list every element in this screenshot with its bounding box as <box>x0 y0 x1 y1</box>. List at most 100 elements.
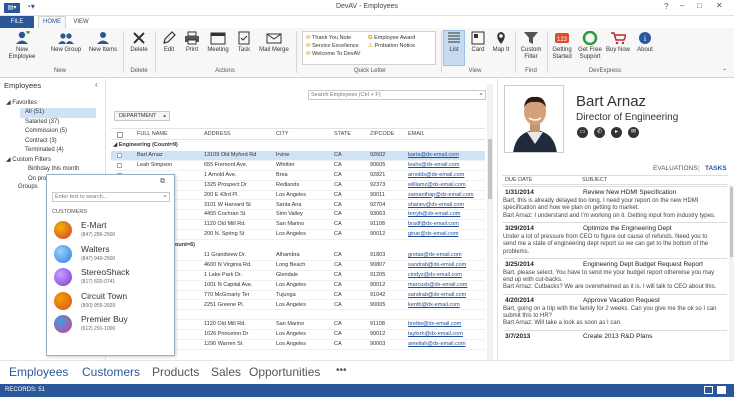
file-tab[interactable]: FILE <box>0 16 34 28</box>
popup-search-box[interactable]: ⌕ <box>52 192 170 202</box>
table-cell[interactable]: bradf@dx-email.com <box>408 220 486 230</box>
new-items-button[interactable]: New Items <box>86 31 120 54</box>
customer-item[interactable]: E-Mart (847) 286-2500 <box>51 219 169 241</box>
task-header[interactable]: 3/7/2013 Create 2013 R&D Plans <box>503 329 727 341</box>
get-free-support-button[interactable]: Get Free Support <box>577 30 603 61</box>
new-group-button[interactable]: New Group <box>48 31 84 54</box>
table-cell[interactable]: taylorh@dx-email.com <box>408 330 486 340</box>
table-cell[interactable]: leahs@dx-email.com <box>408 161 486 171</box>
customer-item[interactable]: StereoShack (817) 820-0741 <box>51 266 169 288</box>
group-row-engineering[interactable]: ◢ Engineering (Count=9) <box>113 141 178 150</box>
nav-employees[interactable]: Employees <box>9 365 68 379</box>
table-cell[interactable]: williamz@dx-email.com <box>408 181 486 191</box>
task-header[interactable]: 3/25/2014 Engineering Dept Budget Request… <box>503 257 727 269</box>
tab-view[interactable]: VIEW <box>70 16 92 28</box>
group-by-chip[interactable]: DEPARTMENT ▴ <box>114 111 170 121</box>
favorites-header[interactable]: ◢ Favorites <box>6 99 37 106</box>
table-row[interactable]: Bart Arnaz 13109 Old Myford Rd Irvine CA 926… <box>111 151 485 161</box>
custom-filters-header[interactable]: ◢ Custom Filters <box>6 156 51 163</box>
maximize-icon[interactable]: □ <box>697 1 702 10</box>
table-row[interactable]: Leah Simpson 655 Fremont Ave. Whittier CA 90… <box>111 161 485 171</box>
nav-item-all[interactable]: All (51) <box>25 108 44 118</box>
table-cell[interactable]: sandrab@dx-email.com <box>408 261 486 271</box>
task-header[interactable]: 1/31/2014 Review New HDMI Specification <box>503 186 727 197</box>
nav-item-terminated[interactable]: Terminated (4) <box>25 146 64 156</box>
help-icon[interactable]: ? <box>664 2 668 11</box>
nav-customers[interactable]: Customers <box>82 365 140 379</box>
col-due-date[interactable]: DUE DATE <box>505 176 532 185</box>
task-button[interactable]: Task <box>233 31 255 54</box>
col-city[interactable]: CITY <box>276 129 289 140</box>
grid-scroll-thumb[interactable] <box>488 139 492 199</box>
table-cell[interactable]: brettw@dx-email.com <box>408 320 486 330</box>
email-icon[interactable]: ✉ <box>628 127 639 138</box>
row-checkbox[interactable] <box>117 162 122 168</box>
table-cell[interactable]: marcusb@dx-email.com <box>408 281 486 291</box>
table-cell[interactable]: arnolds@dx-email.com <box>408 171 486 181</box>
group-row-second[interactable]: ount=6) <box>175 241 195 250</box>
tasks-scrollbar[interactable] <box>729 185 734 360</box>
card-view-icon[interactable] <box>717 386 726 394</box>
nav-sales[interactable]: Sales <box>211 365 241 379</box>
letter-thank-you[interactable]: ✉ Thank You Note <box>306 34 360 42</box>
customer-item[interactable]: Walters (847) 940-2500 <box>51 243 169 265</box>
grid-scrollbar[interactable] <box>487 84 493 360</box>
close-icon[interactable]: ✕ <box>716 1 723 10</box>
letter-welcome[interactable]: ✉ Welcome To DevAV <box>306 50 360 58</box>
nav-opportunities[interactable]: Opportunities <box>249 365 320 379</box>
more-icon[interactable]: ••• <box>336 365 347 376</box>
delete-button[interactable]: Delete <box>126 31 152 54</box>
col-zipcode[interactable]: ZIPCODE <box>370 129 394 140</box>
col-full-name[interactable]: FULL NAME <box>137 129 168 140</box>
print-button[interactable]: Print <box>181 31 203 54</box>
tab-home[interactable]: HOME <box>38 16 66 28</box>
table-cell[interactable]: gretas@dx-email.com <box>408 251 486 261</box>
col-state[interactable]: STATE <box>334 129 351 140</box>
groups-header[interactable]: Groups <box>18 184 38 190</box>
nav-item-contract[interactable]: Contract (3) <box>25 137 57 147</box>
nav-products[interactable]: Products <box>152 365 199 379</box>
mail-merge-button[interactable]: Mail Merge <box>256 31 292 54</box>
getting-started-button[interactable]: 123 Getting Started <box>549 31 575 61</box>
grid-search-input[interactable] <box>309 91 473 99</box>
phone-icon[interactable]: ✆ <box>594 127 605 138</box>
custom-filter-button[interactable]: Custom Filter <box>518 31 544 61</box>
letter-probation[interactable]: ⚠ Probation Notice <box>368 42 415 50</box>
list-button[interactable]: List <box>444 31 464 54</box>
row-checkbox[interactable] <box>117 153 122 158</box>
table-cell[interactable]: cindys@dx-email.com <box>408 271 486 281</box>
table-cell[interactable]: sandrab@dx-email.com <box>408 291 486 301</box>
select-all-checkbox[interactable] <box>117 132 123 138</box>
nav-item-on-probation[interactable]: On pro <box>28 175 46 185</box>
col-address[interactable]: ADDRESS <box>204 129 231 140</box>
card-button[interactable]: Card <box>467 31 489 54</box>
table-cell[interactable]: samanthap@dx-email.com <box>408 191 486 201</box>
meeting-button[interactable]: Meeting <box>205 31 231 54</box>
minimize-icon[interactable]: – <box>680 1 684 10</box>
video-icon[interactable]: ▸ <box>611 127 622 138</box>
tasks-scroll-thumb[interactable] <box>730 187 733 257</box>
popout-icon[interactable]: ⧉ <box>160 178 165 186</box>
customer-item[interactable]: Circuit Town (800) 955-2929 <box>51 290 169 312</box>
popup-search-input[interactable] <box>53 193 157 201</box>
new-employee-button[interactable]: New Employee <box>2 30 42 61</box>
col-email[interactable]: EMAIL <box>408 129 425 140</box>
about-button[interactable]: i About <box>634 31 656 54</box>
nav-item-salaried[interactable]: Salaried (37) <box>25 118 59 128</box>
chat-icon[interactable]: ▭ <box>577 127 588 138</box>
grid-search-box[interactable]: ⌕ <box>308 90 486 100</box>
edit-button[interactable]: Edit <box>158 31 180 54</box>
letter-employee-award[interactable]: ✪ Employee Award <box>368 34 415 42</box>
task-header[interactable]: 4/20/2014 Approve Vacation Request <box>503 293 727 305</box>
tab-tasks[interactable]: TASKS <box>705 165 727 172</box>
nav-item-commission[interactable]: Commission (5) <box>25 127 67 137</box>
collapse-nav-icon[interactable]: ‹ <box>95 80 98 89</box>
customer-item[interactable]: Premier Buy (612) 291-1000 <box>51 313 169 335</box>
buy-now-button[interactable]: Buy Now <box>605 31 631 54</box>
letter-service-excellence[interactable]: ✉ Service Excellence <box>306 42 360 50</box>
table-cell[interactable]: ginar@dx-email.com <box>408 230 486 240</box>
map-it-button[interactable]: Map It <box>490 31 512 54</box>
table-cell[interactable]: terryb@dx-email.com <box>408 210 486 220</box>
col-subject[interactable]: SUBJECT <box>582 176 607 185</box>
task-header[interactable]: 3/29/2014 Optimize the Engineering Dept <box>503 221 727 233</box>
